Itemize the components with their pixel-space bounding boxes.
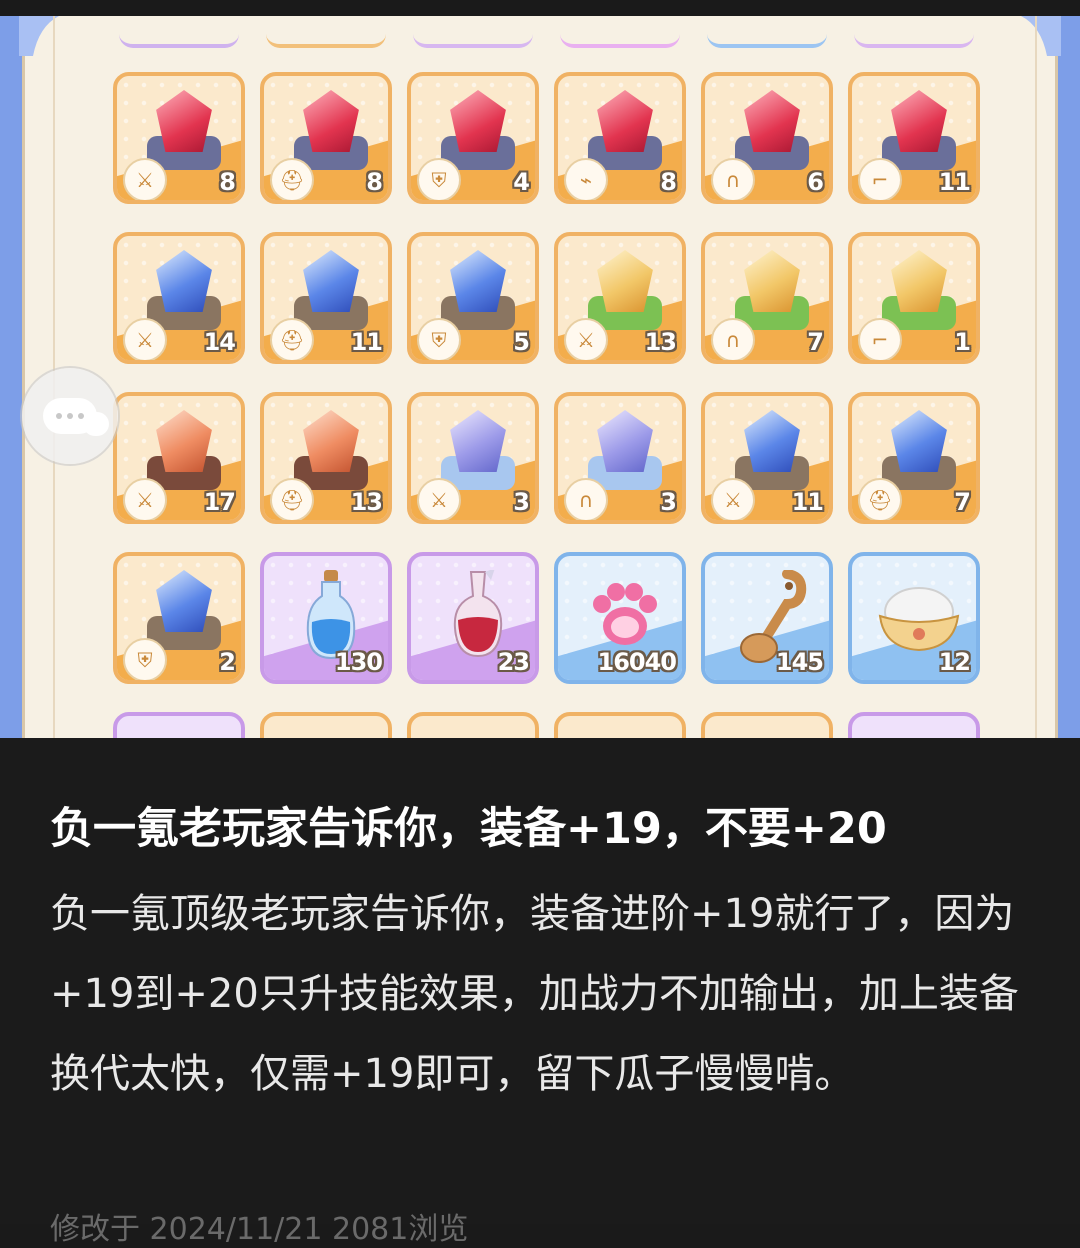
inventory-grid: ⚔ 8 ⛑ 8 ⛨ 4 ⌁ 8 ∩ 6 ⌐ 11 ⚔ 14 ⛑ 11 ⛨ 5 ⚔ 13 ∩ 7 ⌐ 1 ⚔ 17 ⛑ 13 ⚔ 3 ∩ 3 ⚔ 1… xyxy=(53,16,1037,738)
pants-icon: ∩ xyxy=(564,478,608,520)
paw-icon xyxy=(593,583,657,645)
item-count: 7 xyxy=(807,328,824,356)
red-potion-icon xyxy=(453,570,503,658)
sword-icon: ⚔ xyxy=(123,478,167,520)
helmet-icon: ⛑ xyxy=(858,478,902,520)
inventory-slot-partial xyxy=(707,34,827,48)
inventory-slot[interactable]: ⛑ 11 xyxy=(260,232,392,364)
inventory-slot-partial[interactable] xyxy=(554,712,686,738)
item-count: 8 xyxy=(366,168,383,196)
sword-icon: ⚔ xyxy=(711,478,755,520)
bracer-icon: ⌁ xyxy=(564,158,608,200)
inventory-slot[interactable]: ⌐ 11 xyxy=(848,72,980,204)
inventory-slot-partial[interactable] xyxy=(848,712,980,738)
item-count: 8 xyxy=(660,168,677,196)
item-count: 7 xyxy=(954,488,971,516)
inventory-slot-partial[interactable] xyxy=(407,712,539,738)
post-content: 负一氪老玩家告诉你，装备+19，不要+20 负一氪顶级老玩家告诉你，装备进阶+1… xyxy=(0,738,1080,1247)
item-count: 3 xyxy=(513,488,530,516)
item-count: 2 xyxy=(219,648,236,676)
blue-potion-icon xyxy=(306,570,356,660)
inventory-slot-partial xyxy=(119,34,239,48)
inventory-slot[interactable]: ⚔ 14 xyxy=(113,232,245,364)
inventory-slot[interactable]: ⛨ 5 xyxy=(407,232,539,364)
floating-chat-button[interactable] xyxy=(22,368,118,464)
inventory-slot-partial xyxy=(413,34,533,48)
boots-icon: ⌐ xyxy=(858,318,902,360)
helmet-icon: ⛑ xyxy=(270,478,314,520)
item-count: 14 xyxy=(203,328,236,356)
helmet-icon: ⛑ xyxy=(270,158,314,200)
inventory-slot-partial xyxy=(854,34,974,48)
item-count: 13 xyxy=(350,488,383,516)
item-count: 6 xyxy=(807,168,824,196)
sword-icon: ⚔ xyxy=(417,478,461,520)
item-count: 12 xyxy=(938,648,971,676)
chat-bubble-icon xyxy=(43,398,109,436)
sword-icon: ⚔ xyxy=(123,318,167,360)
post-title: 负一氪老玩家告诉你，装备+19，不要+20 xyxy=(50,804,887,854)
post-meta: 修改于 2024/11/21 2081浏览 xyxy=(50,1212,469,1247)
inventory-slot[interactable]: ⌐ 1 xyxy=(848,232,980,364)
inventory-slot[interactable]: ⚔ 13 xyxy=(554,232,686,364)
inventory-slot[interactable]: 16040 xyxy=(554,552,686,684)
item-count: 130 xyxy=(334,648,383,676)
inventory-slot-partial xyxy=(266,34,386,48)
item-count: 13 xyxy=(644,328,677,356)
game-screenshot: ⚔ 8 ⛑ 8 ⛨ 4 ⌁ 8 ∩ 6 ⌐ 11 ⚔ 14 ⛑ 11 ⛨ 5 ⚔ 13 ∩ 7 ⌐ 1 ⚔ 17 ⛑ 13 ⚔ 3 ∩ 3 ⚔ 1… xyxy=(0,16,1080,738)
item-count: 11 xyxy=(791,488,824,516)
item-count: 145 xyxy=(775,648,824,676)
status-bar xyxy=(0,0,1080,16)
pants-icon: ∩ xyxy=(711,318,755,360)
item-count: 17 xyxy=(203,488,236,516)
item-count: 11 xyxy=(350,328,383,356)
armor-icon: ⛨ xyxy=(417,158,461,200)
armor-icon: ⛨ xyxy=(417,318,461,360)
item-count: 11 xyxy=(938,168,971,196)
inventory-slot-partial[interactable] xyxy=(113,712,245,738)
helmet-icon: ⛑ xyxy=(270,318,314,360)
inventory-slot-partial[interactable] xyxy=(701,712,833,738)
item-count: 3 xyxy=(660,488,677,516)
item-count: 23 xyxy=(497,648,530,676)
inventory-slot-partial[interactable] xyxy=(260,712,392,738)
inventory-slot[interactable]: ⛨ 4 xyxy=(407,72,539,204)
inventory-slot[interactable]: ⛨ 2 xyxy=(113,552,245,684)
item-count: 8 xyxy=(219,168,236,196)
inventory-slot[interactable]: ⚔ 3 xyxy=(407,392,539,524)
inventory-panel: ⚔ 8 ⛑ 8 ⛨ 4 ⌁ 8 ∩ 6 ⌐ 11 ⚔ 14 ⛑ 11 ⛨ 5 ⚔ 13 ∩ 7 ⌐ 1 ⚔ 17 ⛑ 13 ⚔ 3 ∩ 3 ⚔ 1… xyxy=(19,16,1061,738)
inventory-slot-partial xyxy=(560,34,680,48)
pants-icon: ∩ xyxy=(711,158,755,200)
inventory-slot[interactable]: 130 xyxy=(260,552,392,684)
inventory-slot[interactable]: ⚔ 17 xyxy=(113,392,245,524)
item-count: 5 xyxy=(513,328,530,356)
sword-icon: ⚔ xyxy=(564,318,608,360)
inventory-slot[interactable]: 12 xyxy=(848,552,980,684)
inventory-slot[interactable]: 145 xyxy=(701,552,833,684)
inventory-slot[interactable]: ⚔ 8 xyxy=(113,72,245,204)
inventory-slot[interactable]: ∩ 3 xyxy=(554,392,686,524)
sword-icon: ⚔ xyxy=(123,158,167,200)
inventory-slot[interactable]: ⛑ 13 xyxy=(260,392,392,524)
item-count: 4 xyxy=(513,168,530,196)
item-count: 1 xyxy=(954,328,971,356)
armor-icon: ⛨ xyxy=(123,638,167,680)
rice-bowl-icon xyxy=(878,587,960,652)
inventory-slot[interactable]: 23 xyxy=(407,552,539,684)
inventory-slot[interactable]: ∩ 6 xyxy=(701,72,833,204)
inventory-slot[interactable]: ⛑ 7 xyxy=(848,392,980,524)
item-count: 16040 xyxy=(597,648,677,676)
inventory-slot[interactable]: ⌁ 8 xyxy=(554,72,686,204)
boots-icon: ⌐ xyxy=(858,158,902,200)
inventory-slot[interactable]: ∩ 7 xyxy=(701,232,833,364)
inventory-slot[interactable]: ⚔ 11 xyxy=(701,392,833,524)
post-body: 负一氪顶级老玩家告诉你，装备进阶+19就行了，因为+19到+20只升技能效果，加… xyxy=(50,891,1019,1097)
inventory-slot[interactable]: ⛑ 8 xyxy=(260,72,392,204)
